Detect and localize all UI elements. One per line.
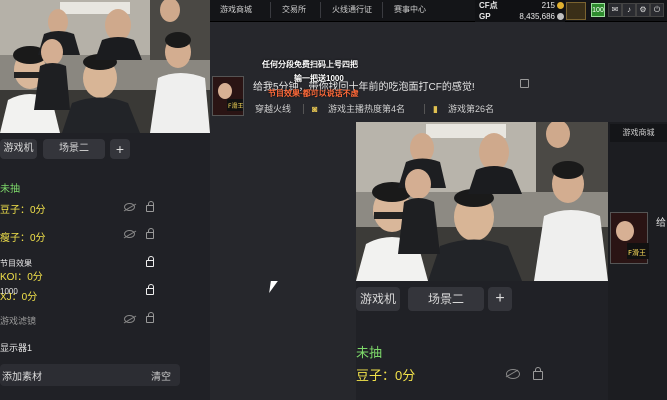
cf-value: 215: [541, 1, 555, 10]
mail-icon[interactable]: ✉: [608, 3, 622, 17]
preview-webcam-feed: [356, 122, 608, 281]
preview-source-item[interactable]: 未抽: [356, 344, 534, 362]
gp-label: GP: [479, 12, 491, 21]
preview-source-label: 未抽: [356, 345, 383, 360]
source-label: 瘦子：0分: [0, 233, 46, 244]
scene-tab-two[interactable]: 场景二: [43, 139, 105, 159]
source-label: 节目效果: [0, 259, 32, 268]
cf-coin-icon: [557, 2, 564, 9]
preview-scene-tab-two[interactable]: 场景二: [408, 287, 484, 311]
chart-icon: ▮: [433, 104, 438, 114]
lock-icon[interactable]: [146, 256, 154, 267]
level-badge: 100: [591, 3, 605, 17]
gp-value: 8,435,686: [519, 12, 555, 21]
source-label: 游戏滤镜: [0, 316, 37, 326]
clear-button[interactable]: 清空: [151, 368, 171, 383]
source-label: 未抽: [0, 184, 20, 195]
lock-icon[interactable]: [146, 228, 154, 239]
preview-title-fragment: 给: [656, 218, 666, 229]
source-item[interactable]: 显示器1: [0, 341, 178, 355]
lock-icon[interactable]: [146, 312, 154, 323]
edit-title-icon[interactable]: [520, 79, 529, 88]
tag-game-rank[interactable]: 游戏第26名: [448, 101, 494, 117]
power-icon[interactable]: ⏻: [650, 3, 664, 17]
scene-panel: 游戏机 场景二 + 未抽 豆子：0分 瘦子：0分 节目效果 KOI：0分 100…: [0, 133, 210, 400]
eye-hidden-icon[interactable]: [124, 315, 135, 323]
lock-icon[interactable]: [146, 201, 154, 212]
settings-icon[interactable]: ⚙: [636, 3, 650, 17]
overlay-promo-line1: 任何分段免费扫码上号四把: [262, 60, 358, 69]
lock-icon[interactable]: [533, 367, 543, 380]
source-item[interactable]: KOI：0分: [0, 271, 178, 285]
tab-divider: [320, 2, 321, 18]
screen: 游戏商城 交易所 火线通行证 赛事中心 CF点 215 GP 8,435,686…: [0, 0, 667, 400]
tag-divider: [424, 104, 425, 114]
eye-hidden-icon[interactable]: [124, 203, 135, 211]
mouse-cursor-icon: [269, 281, 278, 293]
tab-battle-pass[interactable]: 火线通行证: [332, 2, 372, 18]
source-label: XJ：0分: [0, 292, 38, 303]
gamepad-icon: ◙: [312, 104, 318, 114]
right-tab-game-store[interactable]: 游戏商城: [610, 124, 667, 142]
overlay-promo-line3: 节目效果·都可以说话不虚: [268, 89, 359, 98]
gold-chest-icon[interactable]: [566, 2, 586, 20]
cf-label: CF点: [479, 1, 498, 10]
preview-avatar: F滑王: [610, 212, 649, 264]
source-item[interactable]: 未抽: [0, 183, 178, 197]
tab-game-store[interactable]: 游戏商城: [220, 2, 252, 18]
preview-scene-tab-game[interactable]: 游戏机: [356, 287, 400, 311]
eye-hidden-icon[interactable]: [506, 369, 520, 379]
tab-divider: [270, 2, 271, 18]
tab-event-center[interactable]: 赛事中心: [394, 2, 426, 18]
gp-row: GP 8,435,686: [479, 11, 565, 22]
tag-divider: [303, 104, 304, 114]
source-label: 显示器1: [0, 343, 33, 353]
preview-avatar-text: F滑王: [628, 248, 646, 257]
source-label: KOI：0分: [0, 272, 43, 283]
streamer-avatar[interactable]: F滑王: [212, 76, 244, 116]
avatar-logo-text: F滑王: [228, 102, 243, 110]
preview-source-label: 豆子：0分: [356, 368, 416, 383]
add-scene-button[interactable]: +: [110, 139, 130, 159]
gp-coin-icon: [557, 13, 564, 20]
speaker-icon[interactable]: ♪: [622, 3, 636, 17]
preview-scene-panel: 游戏机 场景二 + 未抽 豆子：0分: [356, 281, 608, 400]
preview-add-scene-button[interactable]: +: [488, 287, 512, 311]
scene-tab-game[interactable]: 游戏机: [0, 139, 37, 159]
tag-hot-rank[interactable]: 游戏主播热度第4名: [328, 101, 405, 117]
tag-category[interactable]: 穿越火线: [255, 101, 291, 117]
source-label: 豆子：0分: [0, 205, 46, 216]
add-source-button[interactable]: 添加素材: [2, 368, 42, 383]
eye-hidden-icon[interactable]: [124, 230, 135, 238]
currency-panel: CF点 215 GP 8,435,686: [475, 0, 565, 22]
cf-points-row: CF点 215: [479, 0, 565, 11]
source-item[interactable]: XJ：0分: [0, 291, 178, 305]
add-source-bar: 添加素材 清空: [0, 364, 180, 386]
tab-divider: [382, 2, 383, 18]
webcam-feed: [0, 0, 210, 133]
tab-exchange[interactable]: 交易所: [282, 2, 306, 18]
